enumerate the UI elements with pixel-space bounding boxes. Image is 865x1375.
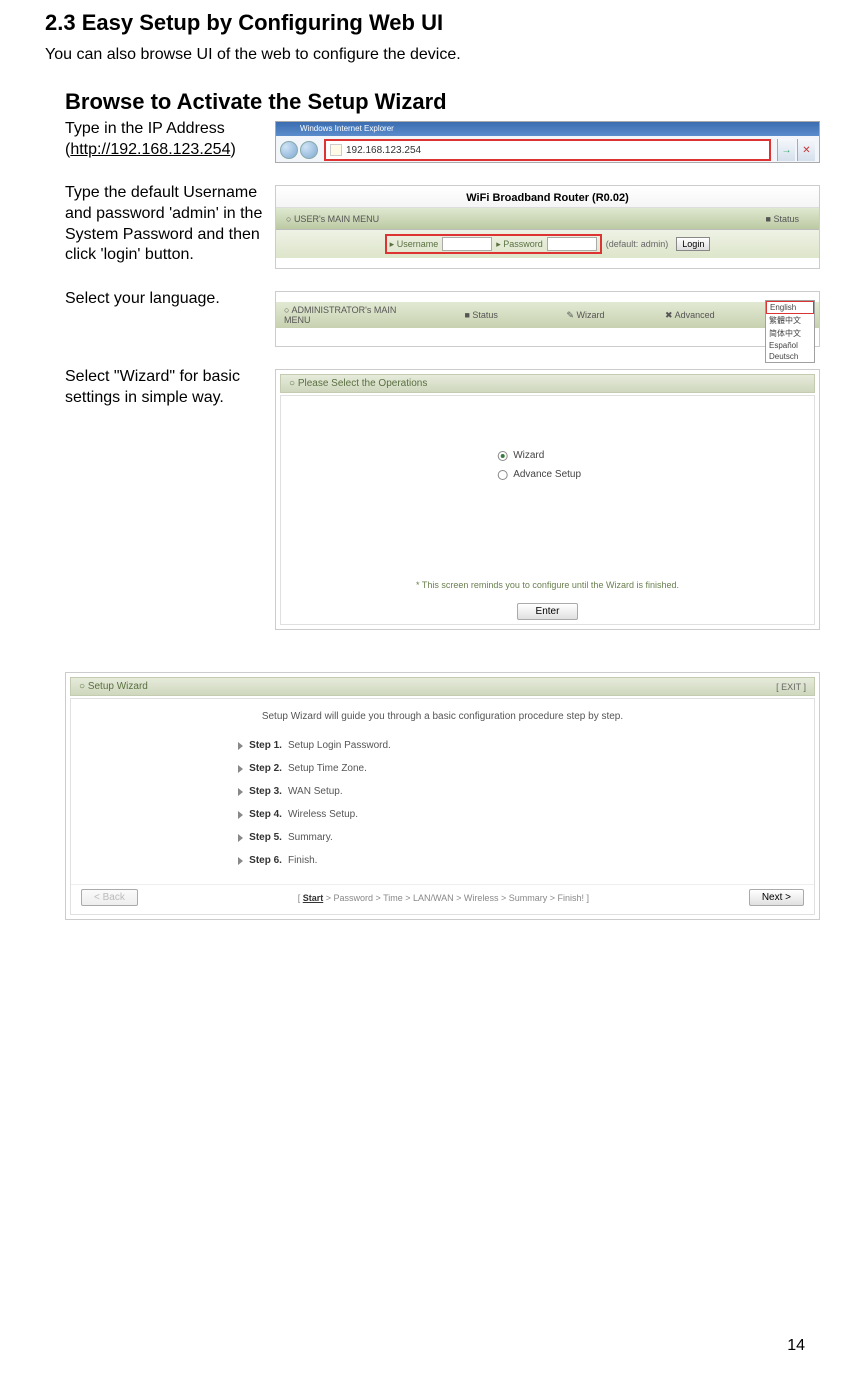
tab-advanced[interactable]: ✖ Advanced [653, 310, 727, 321]
username-label: ▸ Username [390, 239, 439, 250]
wizard-steps-list: Step 1. Setup Login Password. Step 2. Se… [238, 740, 647, 866]
arrow-icon [238, 742, 243, 750]
operations-title: ○ Please Select the Operations [280, 374, 815, 393]
wizard-title: ○ Setup Wizard [79, 681, 148, 692]
password-input[interactable] [547, 237, 597, 251]
wizard-step-1: Step 1. Setup Login Password. [238, 740, 647, 751]
lang-option-english[interactable]: English [766, 301, 814, 314]
radio-icon[interactable] [497, 470, 507, 480]
login-button[interactable]: Login [676, 237, 710, 251]
router-login-screen: WiFi Broadband Router (R0.02) ○ USER's M… [275, 185, 820, 269]
section-heading: 2.3 Easy Setup by Configuring Web UI [45, 10, 820, 36]
browser-title: Windows Internet Explorer [276, 122, 819, 136]
wizard-step-3: Step 3. WAN Setup. [238, 786, 647, 797]
step2-instruction: Type the default Username and password '… [65, 183, 275, 266]
go-button[interactable]: → [777, 139, 795, 161]
ip-address-link[interactable]: http://192.168.123.254 [70, 141, 230, 158]
step1-instruction: Type in the IP Address (http://192.168.1… [65, 119, 275, 161]
admin-menu-label: ○ ADMINISTRATOR's MAIN MENU [284, 305, 414, 325]
password-label: ▸ Password [496, 239, 543, 250]
radio-icon[interactable] [497, 451, 507, 461]
option-wizard[interactable]: Wizard [497, 450, 581, 461]
step3-instruction: Select your language. [65, 289, 275, 310]
page-number: 14 [787, 1337, 805, 1355]
arrow-icon [238, 811, 243, 819]
tab-wizard[interactable]: ✎ Wizard [548, 310, 622, 321]
lang-option-zhcn[interactable]: 简体中文 [766, 327, 814, 340]
wizard-description: Setup Wizard will guide you through a ba… [71, 711, 814, 722]
arrow-icon [238, 857, 243, 865]
breadcrumb: [ Start > Password > Time > LAN/WAN > Wi… [138, 893, 749, 903]
browser-window: Windows Internet Explorer 192.168.123.25… [275, 121, 820, 163]
stop-button[interactable]: ✕ [797, 139, 815, 161]
wizard-step-5: Step 5. Summary. [238, 832, 647, 843]
wizard-step-6: Step 6. Finish. [238, 855, 647, 866]
next-button[interactable]: Next > [749, 889, 804, 906]
enter-button[interactable]: Enter [517, 603, 579, 620]
user-menu-label: ○ USER's MAIN MENU [286, 214, 766, 224]
step4-instruction: Select "Wizard" for basic settings in si… [65, 367, 275, 409]
wizard-step-2: Step 2. Setup Time Zone. [238, 763, 647, 774]
subsection-heading: Browse to Activate the Setup Wizard [65, 89, 820, 115]
favicon-icon [330, 144, 342, 156]
forward-icon[interactable] [300, 141, 318, 159]
tab-status[interactable]: ■ Status [444, 310, 518, 320]
url-value: 192.168.123.254 [346, 145, 421, 156]
back-icon[interactable] [280, 141, 298, 159]
credentials-box: ▸ Username ▸ Password [385, 234, 602, 254]
exit-link[interactable]: [ EXIT ] [776, 682, 806, 692]
status-tab[interactable]: ■ Status [766, 214, 799, 224]
language-dropdown[interactable]: English 繁體中文 简体中文 Español Deutsch [765, 300, 815, 363]
router-header: WiFi Broadband Router (R0.02) [276, 186, 819, 208]
arrow-icon [238, 765, 243, 773]
username-input[interactable] [442, 237, 492, 251]
reminder-text: * This screen reminds you to configure u… [281, 580, 814, 590]
lang-option-zhtw[interactable]: 繁體中文 [766, 314, 814, 327]
intro-paragraph: You can also browse UI of the web to con… [45, 46, 820, 64]
setup-wizard-panel: ○ Setup Wizard [ EXIT ] Setup Wizard wil… [65, 672, 820, 920]
arrow-icon [238, 788, 243, 796]
lang-option-es[interactable]: Español [766, 340, 814, 351]
language-bar-screen: ○ ADMINISTRATOR's MAIN MENU ■ Status ✎ W… [275, 291, 820, 347]
lang-option-de[interactable]: Deutsch [766, 351, 814, 362]
operations-panel: ○ Please Select the Operations Wizard Ad… [275, 369, 820, 630]
arrow-icon [238, 834, 243, 842]
back-button[interactable]: < Back [81, 889, 138, 906]
wizard-step-4: Step 4. Wireless Setup. [238, 809, 647, 820]
url-bar[interactable]: 192.168.123.254 [324, 139, 771, 161]
option-advance-setup[interactable]: Advance Setup [497, 469, 581, 480]
default-hint: (default: admin) [606, 239, 669, 249]
